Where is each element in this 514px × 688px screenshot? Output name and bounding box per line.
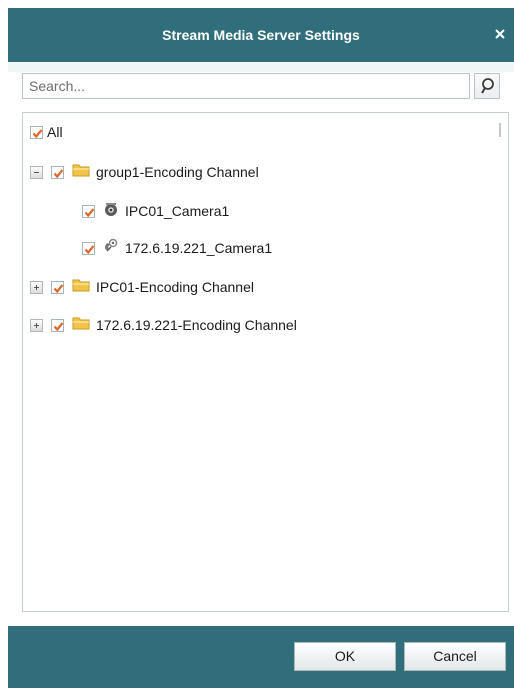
scrollbar[interactable] xyxy=(499,123,501,137)
tree-item-label: 172.6.19.221-Encoding Channel xyxy=(96,317,297,333)
check-icon xyxy=(53,168,64,178)
tree-item-label: group1-Encoding Channel xyxy=(96,164,259,180)
search-button[interactable] xyxy=(474,73,500,99)
expand-toggle[interactable] xyxy=(30,318,43,332)
check-icon xyxy=(32,128,43,138)
folder-icon xyxy=(72,316,90,335)
close-button[interactable] xyxy=(492,26,508,42)
collapse-toggle[interactable] xyxy=(30,165,43,179)
dialog-footer: OK Cancel xyxy=(8,626,514,688)
search-bar xyxy=(22,73,500,101)
panel-top-strip xyxy=(8,62,514,72)
checkbox-group1[interactable] xyxy=(51,165,64,179)
camera-dome-icon xyxy=(103,201,119,222)
cancel-button[interactable]: Cancel xyxy=(404,642,506,671)
search-input[interactable] xyxy=(22,73,470,99)
channel-tree: All group1-Encoding Channel IPC01_Camera… xyxy=(22,112,509,612)
tree-group-172-6-19-221[interactable]: 172.6.19.221-Encoding Channel xyxy=(30,314,297,336)
tree-group-group1[interactable]: group1-Encoding Channel xyxy=(30,161,259,183)
checkbox-ipc01[interactable] xyxy=(51,280,64,294)
stream-media-server-settings-dialog: Stream Media Server Settings All xyxy=(0,0,514,688)
check-icon xyxy=(53,283,64,293)
folder-icon xyxy=(72,278,90,297)
check-icon xyxy=(53,321,64,331)
check-icon xyxy=(84,207,95,217)
tree-item-label: 172.6.19.221_Camera1 xyxy=(125,240,273,256)
tree-item-label: IPC01_Camera1 xyxy=(125,203,230,219)
check-icon xyxy=(84,244,95,254)
checkbox-all[interactable] xyxy=(30,125,43,139)
title-bar: Stream Media Server Settings xyxy=(8,8,514,62)
checkbox-camera[interactable] xyxy=(82,204,95,218)
folder-icon xyxy=(72,163,90,182)
tree-item-label: IPC01-Encoding Channel xyxy=(96,279,254,295)
dialog-title: Stream Media Server Settings xyxy=(162,27,360,43)
close-icon xyxy=(495,29,505,39)
tree-item-label: All xyxy=(47,124,63,140)
tree-item-all[interactable]: All xyxy=(30,121,63,143)
tree-item-camera[interactable]: 172.6.19.221_Camera1 xyxy=(82,237,272,259)
checkbox-172-6-19-221[interactable] xyxy=(51,318,64,332)
ok-button[interactable]: OK xyxy=(294,642,396,671)
expand-toggle[interactable] xyxy=(30,280,43,294)
camera-link-icon xyxy=(103,238,119,259)
tree-item-camera[interactable]: IPC01_Camera1 xyxy=(82,200,229,222)
tree-group-ipc01[interactable]: IPC01-Encoding Channel xyxy=(30,276,254,298)
checkbox-camera[interactable] xyxy=(82,241,95,255)
search-icon xyxy=(481,78,494,94)
